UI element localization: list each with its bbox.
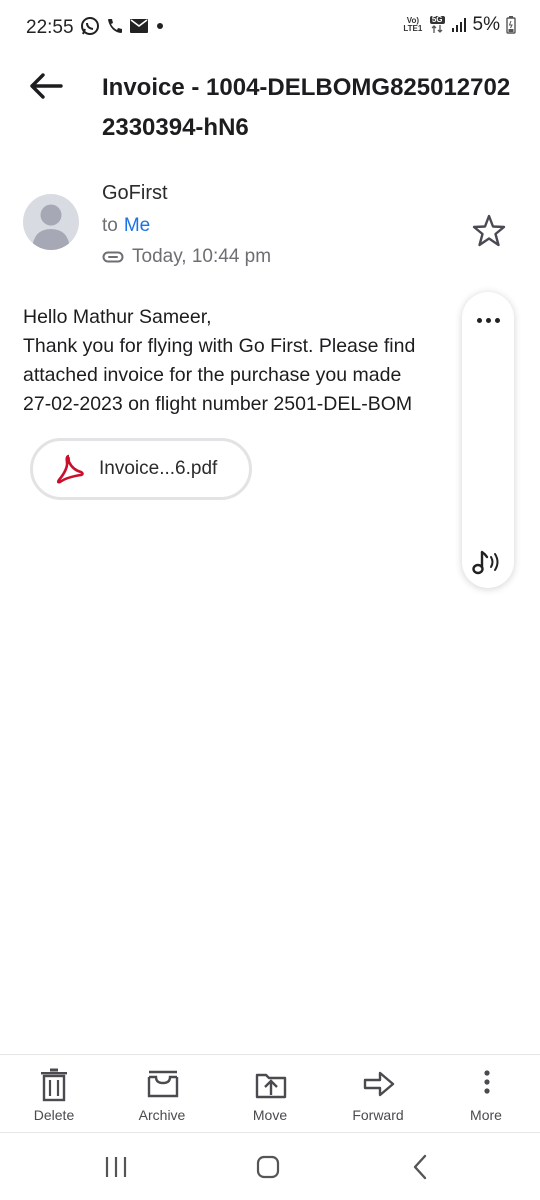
forward-button[interactable]: Forward: [324, 1055, 432, 1133]
forward-arrow-icon: [363, 1071, 395, 1097]
network-indicator: 5G: [429, 15, 445, 34]
read-aloud-icon: [472, 550, 499, 575]
sender-name[interactable]: GoFirst: [102, 182, 168, 205]
star-icon: [472, 214, 506, 247]
data-arrows-icon: [431, 25, 443, 33]
recent-apps-icon: [105, 1157, 127, 1177]
network-label: 5G: [429, 15, 445, 24]
forward-label: Forward: [352, 1107, 404, 1123]
move-label: Move: [252, 1107, 288, 1123]
status-time: 22:55: [26, 17, 74, 38]
phone-icon: [108, 19, 122, 33]
battery-icon: [506, 16, 516, 34]
chevron-left-icon: [413, 1154, 427, 1180]
body-line: Thank you for flying with Go First. Plea…: [23, 335, 416, 357]
bottom-toolbar: Delete Archive Move Forward More: [0, 1054, 540, 1132]
dot: [494, 317, 500, 323]
email-body: Hello Mathur Sameer, Thank you for flyin…: [23, 303, 463, 423]
dot-icon: [157, 23, 163, 29]
body-line: attached invoice for the purchase you ma…: [23, 364, 402, 386]
system-navigation-bar: [0, 1133, 540, 1200]
signal-icon: [451, 18, 466, 32]
move-button[interactable]: Move: [216, 1055, 324, 1133]
body-line: 27-02-2023 on flight number 2501-DEL-BOM: [23, 393, 413, 415]
archive-icon: [147, 1070, 179, 1098]
move-to-folder-icon: [255, 1073, 287, 1099]
trash-icon: [41, 1068, 67, 1102]
email-date: Today, 10:44 pm: [132, 246, 272, 267]
delete-label: Delete: [33, 1107, 75, 1123]
to-prefix: to: [102, 215, 118, 236]
dot: [476, 317, 482, 323]
home-button[interactable]: [248, 1151, 288, 1183]
recipient-name[interactable]: Me: [124, 215, 150, 236]
delete-button[interactable]: Delete: [0, 1055, 108, 1133]
system-status-icons: Vo) LTE1 5G 5%: [402, 14, 516, 36]
read-aloud-button[interactable]: [470, 548, 506, 578]
avatar[interactable]: [23, 194, 79, 250]
battery-percentage: 5%: [472, 14, 500, 35]
archive-label: Archive: [138, 1107, 186, 1123]
more-button[interactable]: More: [432, 1055, 540, 1133]
system-back-button[interactable]: [400, 1151, 440, 1183]
home-icon: [256, 1155, 280, 1179]
whatsapp-icon: [81, 17, 99, 35]
pdf-icon: [56, 454, 84, 484]
floating-side-panel: [462, 292, 514, 588]
recipient-line[interactable]: to Me: [102, 215, 150, 237]
more-vertical-icon: [484, 1070, 490, 1094]
archive-button[interactable]: Archive: [108, 1055, 216, 1133]
body-line: Hello Mathur Sameer,: [23, 306, 212, 328]
recent-apps-button[interactable]: [96, 1151, 136, 1183]
status-bar: 22:55 Vo) LTE1 5G 5%: [0, 0, 540, 56]
panel-more-button[interactable]: [462, 302, 514, 338]
attachment-chip[interactable]: Invoice...6.pdf: [30, 438, 252, 500]
volte-label: Vo) LTE1: [403, 16, 423, 33]
notification-icons: [80, 16, 166, 36]
attachment-link-icon: [102, 251, 124, 263]
more-label: More: [470, 1107, 502, 1123]
mail-icon: [130, 19, 148, 33]
star-button[interactable]: [470, 212, 508, 250]
dot: [485, 317, 491, 323]
arrow-left-icon: [30, 73, 63, 99]
back-button[interactable]: [24, 64, 68, 108]
attachment-name: Invoice...6.pdf: [99, 458, 218, 479]
person-placeholder-icon: [32, 204, 70, 250]
date-line: Today, 10:44 pm: [102, 246, 271, 268]
email-subject: Invoice - 1004-DELBOMG8250127022330394-h…: [102, 74, 511, 141]
